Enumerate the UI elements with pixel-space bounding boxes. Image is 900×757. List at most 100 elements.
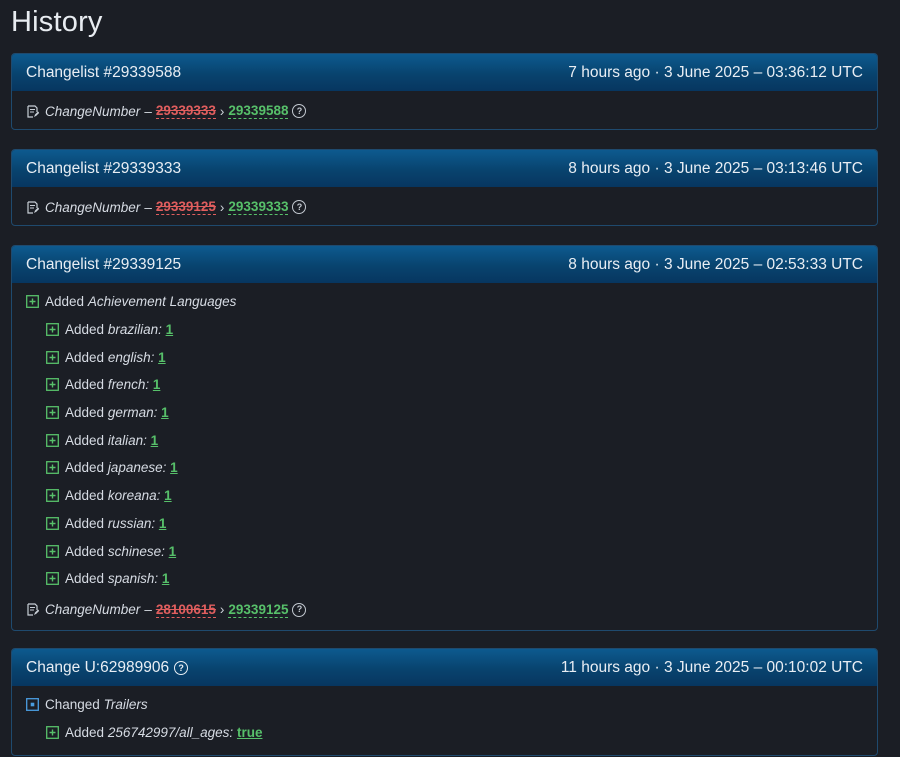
group-row: Changed Trailers bbox=[26, 691, 863, 719]
item-verb: Added bbox=[65, 543, 105, 559]
changelist-time: 8 hours ago · 3 June 2025 – 02:53:33 UTC bbox=[568, 255, 863, 273]
plus-square-icon bbox=[46, 406, 59, 420]
list-item: Added english: 1 bbox=[26, 343, 863, 371]
group-name: Achievement Languages bbox=[87, 294, 237, 310]
new-value[interactable]: 29339333 bbox=[228, 199, 289, 215]
changenumber-row: ChangeNumber – 29339125 › 29339333 ? bbox=[26, 195, 863, 219]
arrow: › bbox=[219, 602, 225, 618]
changenumber-row: ChangeNumber – 29339333 › 29339588 ? bbox=[26, 99, 863, 123]
dash: – bbox=[144, 602, 152, 618]
change-title[interactable]: Change U:62989906 bbox=[26, 659, 169, 677]
plus-square-icon bbox=[46, 516, 59, 530]
group-verb: Changed bbox=[45, 697, 100, 713]
list-item: Added german: 1 bbox=[26, 399, 863, 427]
item-value[interactable]: true bbox=[237, 725, 263, 740]
plus-square-icon bbox=[26, 295, 39, 309]
list-item: Added spanish: 1 bbox=[26, 565, 863, 593]
arrow: › bbox=[219, 103, 225, 119]
item-verb: Added bbox=[65, 349, 105, 365]
dot-square-icon bbox=[26, 698, 39, 712]
group-name: Trailers bbox=[103, 697, 148, 713]
question-circle-icon[interactable]: ? bbox=[292, 200, 307, 214]
item-verb: Added bbox=[65, 488, 105, 504]
item-value[interactable]: 1 bbox=[164, 488, 172, 503]
list-item: Added russian: 1 bbox=[26, 510, 863, 538]
item-key: 256742997/all_ages: bbox=[107, 725, 234, 741]
new-value[interactable]: 29339588 bbox=[228, 103, 289, 119]
plus-square-icon bbox=[46, 323, 59, 336]
old-value[interactable]: 28100615 bbox=[155, 602, 216, 618]
question-circle-icon[interactable]: ? bbox=[292, 104, 307, 118]
changelist-card: Changelist #29339588 7 hours ago · 3 Jun… bbox=[11, 53, 878, 130]
item-verb: Added bbox=[65, 725, 105, 741]
change-card: Change U:62989906 ? 11 hours ago · 3 Jun… bbox=[11, 648, 878, 756]
plus-square-icon bbox=[46, 544, 59, 558]
list-item: Added japanese: 1 bbox=[26, 454, 863, 482]
plus-square-icon bbox=[46, 433, 59, 447]
item-value[interactable]: 1 bbox=[161, 405, 169, 420]
plus-square-icon bbox=[46, 461, 59, 475]
item-key: brazilian: bbox=[107, 322, 162, 338]
item-key: russian: bbox=[107, 515, 156, 531]
changelist-title[interactable]: Changelist #29339333 bbox=[26, 160, 181, 178]
item-key: french: bbox=[107, 377, 150, 393]
plus-square-icon bbox=[46, 489, 59, 503]
document-edit-icon bbox=[26, 104, 39, 118]
changelist-time: 7 hours ago · 3 June 2025 – 03:36:12 UTC bbox=[568, 63, 863, 81]
item-verb: Added bbox=[65, 405, 105, 421]
dash: – bbox=[144, 103, 152, 119]
card-header: Changelist #29339125 8 hours ago · 3 Jun… bbox=[12, 246, 877, 283]
changelist-card: Changelist #29339333 8 hours ago · 3 Jun… bbox=[11, 149, 878, 226]
plus-square-icon bbox=[46, 378, 59, 392]
card-header: Changelist #29339588 7 hours ago · 3 Jun… bbox=[12, 54, 877, 91]
item-value[interactable]: 1 bbox=[169, 544, 177, 559]
changenumber-label: ChangeNumber bbox=[45, 602, 141, 618]
document-edit-icon bbox=[26, 603, 39, 616]
change-time: 11 hours ago · 3 June 2025 – 00:10:02 UT… bbox=[560, 658, 863, 676]
item-value[interactable]: 1 bbox=[151, 433, 159, 448]
item-value[interactable]: 1 bbox=[159, 516, 167, 531]
list-item: Added schinese: 1 bbox=[26, 537, 863, 565]
changelist-title[interactable]: Changelist #29339588 bbox=[26, 64, 181, 82]
card-header: Changelist #29339333 8 hours ago · 3 Jun… bbox=[12, 150, 877, 187]
old-value[interactable]: 29339125 bbox=[155, 199, 216, 215]
changelist-time: 8 hours ago · 3 June 2025 – 03:13:46 UTC bbox=[568, 159, 863, 177]
card-header: Change U:62989906 ? 11 hours ago · 3 Jun… bbox=[12, 649, 877, 686]
item-verb: Added bbox=[65, 322, 105, 338]
list-item: Added 256742997/all_ages: true bbox=[26, 719, 863, 747]
page-title: History bbox=[11, 6, 103, 38]
group-row: Added Achievement Languages bbox=[26, 288, 863, 316]
changenumber-label: ChangeNumber bbox=[45, 103, 141, 119]
item-verb: Added bbox=[65, 460, 105, 476]
changelist-title[interactable]: Changelist #29339125 bbox=[26, 256, 181, 274]
item-verb: Added bbox=[65, 377, 105, 393]
item-key: schinese: bbox=[107, 543, 165, 559]
item-verb: Added bbox=[65, 515, 105, 531]
item-value[interactable]: 1 bbox=[153, 377, 161, 392]
plus-square-icon bbox=[46, 350, 59, 364]
item-key: koreana: bbox=[107, 488, 161, 504]
item-value[interactable]: 1 bbox=[166, 322, 174, 337]
new-value[interactable]: 29339125 bbox=[228, 602, 289, 618]
item-key: english: bbox=[107, 349, 155, 365]
item-verb: Added bbox=[65, 432, 105, 448]
item-value[interactable]: 1 bbox=[170, 460, 178, 475]
question-circle-icon[interactable]: ? bbox=[292, 602, 307, 617]
list-item: Added brazilian: 1 bbox=[26, 316, 863, 344]
dash: – bbox=[144, 199, 152, 215]
changenumber-row: ChangeNumber – 28100615 › 29339125 ? bbox=[26, 598, 863, 622]
list-item: Added koreana: 1 bbox=[26, 482, 863, 510]
question-circle-icon[interactable]: ? bbox=[174, 660, 189, 675]
plus-square-icon bbox=[46, 572, 59, 586]
item-value[interactable]: 1 bbox=[158, 350, 166, 365]
document-edit-icon bbox=[26, 200, 39, 214]
item-key: german: bbox=[107, 405, 158, 421]
item-verb: Added bbox=[65, 571, 105, 587]
item-key: spanish: bbox=[107, 571, 159, 587]
list-item: Added french: 1 bbox=[26, 371, 863, 399]
item-key: italian: bbox=[107, 432, 147, 448]
old-value[interactable]: 29339333 bbox=[155, 103, 216, 119]
item-value[interactable]: 1 bbox=[162, 571, 170, 586]
changenumber-label: ChangeNumber bbox=[45, 199, 141, 215]
item-key: japanese: bbox=[107, 460, 167, 476]
